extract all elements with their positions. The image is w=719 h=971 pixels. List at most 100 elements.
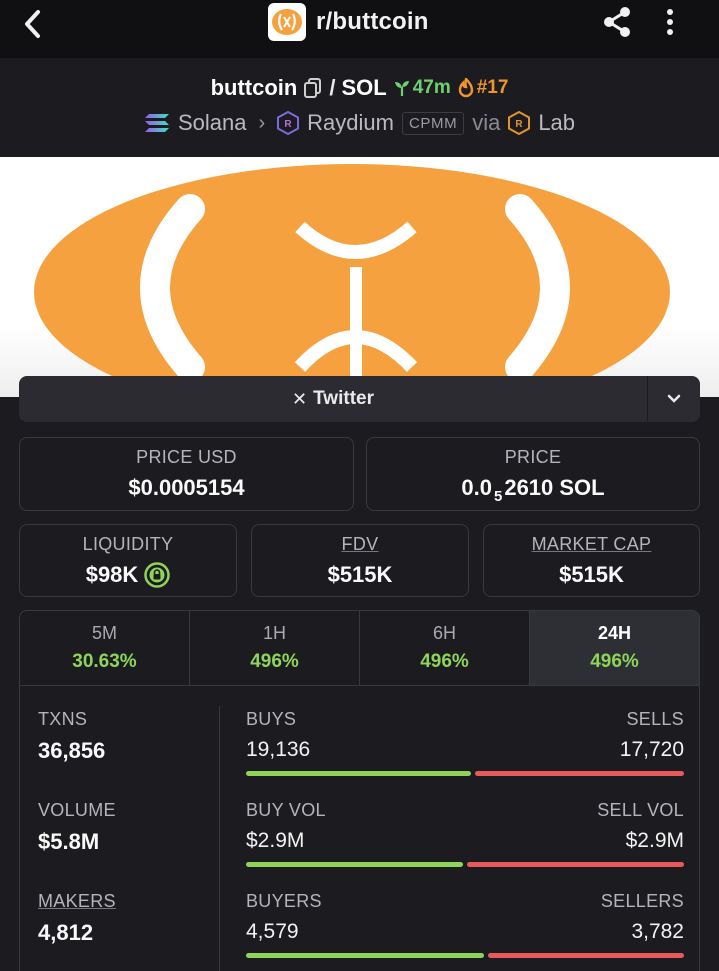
sell-share-bar: [475, 771, 684, 776]
chevron-left-icon: [25, 10, 40, 38]
price-usd-label: PRICE USD: [136, 447, 237, 467]
buyers-value: 4,579: [246, 920, 299, 943]
tab-6h[interactable]: 6H 496%: [360, 611, 530, 685]
solana-icon[interactable]: [144, 113, 170, 133]
sell-vol-label: SELL VOL: [597, 800, 684, 820]
pair-separator: /: [329, 75, 336, 100]
twitter-link-button[interactable]: ✕ Twitter: [19, 376, 647, 422]
makers-label[interactable]: MAKERS: [38, 891, 116, 912]
liquidity-value: $98K: [85, 562, 139, 587]
svg-text:R: R: [516, 119, 524, 130]
market-cap-value: $515K: [559, 562, 624, 587]
twitter-link-label: Twitter: [313, 388, 374, 409]
social-links-bar: ✕ Twitter: [19, 376, 700, 422]
buyers-ratio-bar: [246, 953, 684, 958]
tab-change: 30.63%: [72, 651, 137, 672]
top-app-bar: r/buttcoin: [0, 0, 719, 58]
fdv-value: $515K: [327, 562, 393, 587]
liquidity-value-row: $98K: [20, 562, 236, 588]
buyers-sellers-stat: BUYERS SELLERS 4,579 3,782: [246, 891, 684, 958]
buys-value: 19,136: [246, 738, 311, 761]
chevron-right-icon: ›: [258, 111, 266, 134]
sell-vol-value: $2.9M: [625, 829, 684, 852]
buy-sell-volume-stat: BUY VOL SELL VOL $2.9M $2.9M: [246, 800, 684, 867]
tab-label: 24H: [597, 623, 632, 643]
buyers-label: BUYERS: [246, 891, 322, 911]
tab-1h[interactable]: 1H 496%: [190, 611, 360, 685]
sprout-icon: [394, 81, 409, 96]
price-native-label: PRICE: [504, 447, 562, 467]
trading-stats-panel: 5M 30.63% 1H 496% 6H 496% 24H 496% TXNS …: [19, 610, 700, 971]
fdv-card: FDV $515K: [251, 524, 469, 597]
price-native-value: 0.0 5 2610 SOL: [367, 475, 699, 505]
pair-age: 47m: [393, 77, 451, 99]
volume-value: $5.8M: [38, 829, 100, 854]
pair-header: buttcoin / SOL 47m #17 Solana › R Raydiu…: [0, 58, 719, 157]
back-button[interactable]: [16, 6, 52, 42]
buttcoin-logo-icon: [272, 9, 302, 35]
tab-change: 496%: [420, 651, 469, 672]
copy-icon[interactable]: [303, 77, 323, 99]
launchpad-icon: R: [508, 111, 531, 135]
tab-change: 496%: [250, 651, 299, 672]
sellers-label: SELLERS: [600, 891, 684, 911]
share-icon: [604, 7, 630, 37]
buy-share-bar: [246, 771, 472, 776]
buy-share-bar: [246, 953, 484, 958]
sells-label: SELLS: [626, 709, 684, 729]
pair-title-line: buttcoin / SOL 47m #17: [0, 75, 719, 101]
page-title-group: r/buttcoin: [268, 2, 429, 42]
buys-sells-stat: BUYS SELLS 19,136 17,720: [246, 709, 684, 776]
market-cap-label[interactable]: MARKET CAP: [484, 534, 699, 555]
price-usd-card: PRICE USD $0.0005154: [19, 437, 354, 511]
token-banner-image: [0, 157, 719, 397]
trending-rank: #17: [457, 77, 508, 99]
buys-sells-ratio-bar: [246, 771, 684, 776]
tab-label: 6H: [432, 623, 456, 643]
tab-change: 496%: [590, 651, 639, 672]
via-label: via: [472, 110, 501, 135]
share-button[interactable]: [600, 4, 636, 40]
buy-vol-value: $2.9M: [246, 829, 305, 852]
chain-name[interactable]: Solana: [178, 110, 247, 136]
price-native-digits: 2610 SOL: [504, 475, 605, 500]
launchpad-name[interactable]: Lab: [538, 110, 575, 136]
flame-icon: [458, 78, 473, 98]
token-avatar: [268, 3, 306, 41]
buy-vol-label: BUY VOL: [246, 800, 326, 820]
pool-type-badge: CPMM: [401, 111, 465, 135]
volume-label: VOLUME: [38, 800, 116, 820]
price-native-prefix: 0.0: [461, 475, 492, 500]
raydium-icon: R: [277, 111, 300, 135]
chain-breadcrumb: Solana › R Raydium CPMM via R Lab: [0, 110, 719, 136]
txns-value: 36,856: [38, 738, 106, 763]
dex-name[interactable]: Raydium: [307, 110, 394, 136]
fdv-label[interactable]: FDV: [252, 534, 468, 555]
tab-label: 5M: [91, 623, 117, 643]
volume-ratio-bar: [246, 862, 684, 867]
sellers-value: 3,782: [631, 920, 684, 943]
more-vertical-icon: [667, 9, 673, 35]
price-native-zero-count: 5: [493, 487, 503, 505]
price-usd-value: $0.0005154: [128, 475, 245, 500]
buys-label: BUYS: [246, 709, 297, 729]
liquidity-label: LIQUIDITY: [82, 534, 174, 554]
volume-stat: VOLUME $5.8M: [38, 800, 116, 855]
more-links-dropdown[interactable]: [648, 376, 700, 422]
makers-value: 4,812: [38, 920, 94, 945]
tab-5m[interactable]: 5M 30.63%: [20, 611, 190, 685]
liquidity-card: LIQUIDITY $98K: [19, 524, 237, 597]
sells-value: 17,720: [619, 738, 684, 761]
tab-24h[interactable]: 24H 496%: [530, 611, 699, 685]
makers-stat: MAKERS 4,812: [38, 891, 116, 946]
tab-label: 1H: [262, 623, 286, 643]
lock-icon[interactable]: [144, 562, 171, 588]
column-divider: [219, 706, 220, 971]
x-logo-icon: ✕: [292, 388, 308, 409]
svg-text:R: R: [285, 119, 293, 130]
market-cap-card: MARKET CAP $515K: [483, 524, 700, 597]
txns-stat: TXNS 36,856: [38, 709, 105, 764]
more-options-button[interactable]: [656, 6, 684, 38]
txns-label: TXNS: [38, 709, 88, 729]
buttcoin-banner-logo: [34, 164, 670, 397]
